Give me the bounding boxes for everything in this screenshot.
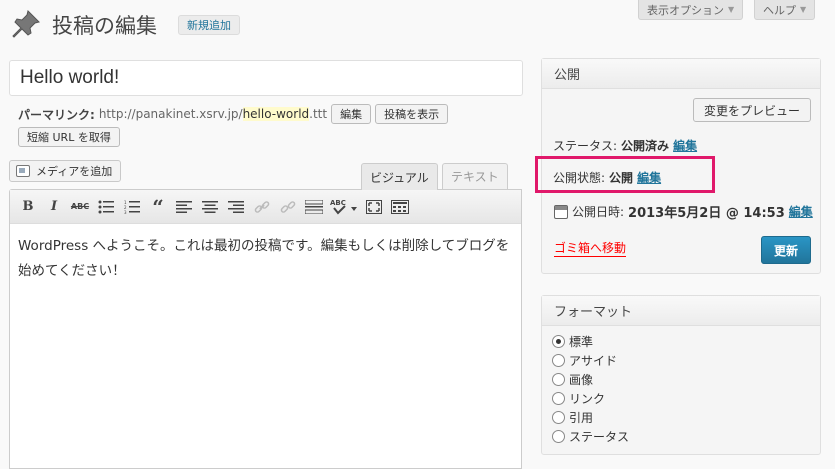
update-button[interactable]: 更新 [761,236,811,264]
get-shortlink-button[interactable]: 短縮 URL を取得 [18,127,120,147]
screen-options-tab[interactable]: 表示オプション ▼ [638,0,744,20]
format-option-label: アサイド [569,354,618,368]
format-options: 標準 アサイド 画像 リンク 引用 ステータス [552,333,629,445]
format-option-status[interactable]: ステータス [552,428,629,445]
format-option-image[interactable]: 画像 [552,371,629,388]
align-center-icon[interactable] [200,197,220,217]
permalink-suffix: .ttt [309,107,328,121]
radio-icon[interactable] [552,392,565,405]
radio-icon[interactable] [552,411,565,424]
chevron-down-icon: ▼ [800,5,807,14]
unlink-icon[interactable] [278,197,298,217]
format-option-label: ステータス [569,430,630,444]
italic-icon[interactable]: I [44,197,64,217]
format-option-standard[interactable]: 標準 [552,333,629,350]
radio-icon[interactable] [552,430,565,443]
status-value: 公開済み [621,139,670,153]
align-right-icon[interactable] [226,197,246,217]
svg-text:3: 3 [124,210,127,214]
editor-content[interactable]: WordPress へようこそ。これは最初の投稿です。編集もしくは削除してブログ… [18,234,514,284]
permalink-label: パーマリンク: [18,107,95,122]
edit-permalink-button[interactable]: 編集 [331,104,372,124]
pushpin-icon [12,10,40,38]
status-row: ステータス: 公開済み 編集 [553,137,697,154]
align-left-icon[interactable] [174,197,194,217]
page-title: 投稿の編集 [52,14,157,38]
radio-checked-icon[interactable] [552,335,565,348]
preview-changes-button[interactable]: 変更をプレビュー [693,98,812,122]
format-option-label: リンク [569,392,606,406]
bullet-list-icon[interactable] [96,197,116,217]
screen-options-label: 表示オプション [647,3,724,17]
help-tab[interactable]: ヘルプ ▼ [754,0,816,20]
permalink-row: パーマリンク: http://panakinet.xsrv.jp/hello-w… [18,104,449,124]
format-option-aside[interactable]: アサイド [552,352,629,369]
date-label: 公開日時: [572,205,625,219]
post-title-input[interactable]: Hello world! [9,60,523,96]
format-option-label: 画像 [569,373,594,387]
format-option-label: 標準 [569,335,594,349]
status-label: ステータス: [553,139,618,153]
media-icon [16,165,30,177]
permalink-slug[interactable]: hello-world [242,107,310,121]
date-value: 2013年5月2日 @ 14:53 [628,206,785,221]
view-post-button[interactable]: 投稿を表示 [375,104,449,124]
format-option-quote[interactable]: 引用 [552,409,629,426]
svg-text:ABC: ABC [330,199,346,207]
add-media-label: メディアを追加 [36,165,113,178]
tab-text[interactable]: テキスト [442,163,508,189]
radio-icon[interactable] [552,373,565,386]
editor: B I ABC 123 “ ABC WordPress へようこそ。これは最初の… [9,189,522,469]
format-option-link[interactable]: リンク [552,390,629,407]
fullscreen-icon[interactable] [364,197,384,217]
numbered-list-icon[interactable]: 123 [122,197,142,217]
format-option-label: 引用 [569,411,594,425]
kitchen-sink-icon[interactable] [390,197,410,217]
publish-date-row: 公開日時: 2013年5月2日 @ 14:53 編集 [554,202,813,221]
more-tag-icon[interactable] [304,197,324,217]
spellcheck-icon[interactable]: ABC [330,197,358,217]
bold-icon[interactable]: B [18,197,38,217]
edit-date-link[interactable]: 編集 [789,203,813,220]
format-box-title: フォーマット [542,296,820,326]
publish-box-title: 公開 [542,59,820,89]
strikethrough-icon[interactable]: ABC [70,197,90,217]
link-icon[interactable] [252,197,272,217]
blockquote-icon[interactable]: “ [148,195,168,219]
help-label: ヘルプ [763,3,796,17]
add-media-button[interactable]: メディアを追加 [9,160,122,182]
radio-icon[interactable] [552,354,565,367]
move-to-trash-link[interactable]: ゴミ箱へ移動 [554,239,627,257]
permalink-url[interactable]: http://panakinet.xsrv.jp/hello-world.ttt [99,107,327,121]
visibility-highlight-box [535,156,715,193]
chevron-down-icon: ▼ [728,5,735,14]
tab-visual[interactable]: ビジュアル [361,163,438,190]
edit-status-link[interactable]: 編集 [673,137,697,154]
add-new-button[interactable]: 新規追加 [178,15,240,35]
editor-toolbar: B I ABC 123 “ ABC [10,190,521,224]
calendar-icon [554,204,568,219]
permalink-base: http://panakinet.xsrv.jp/ [98,107,243,121]
